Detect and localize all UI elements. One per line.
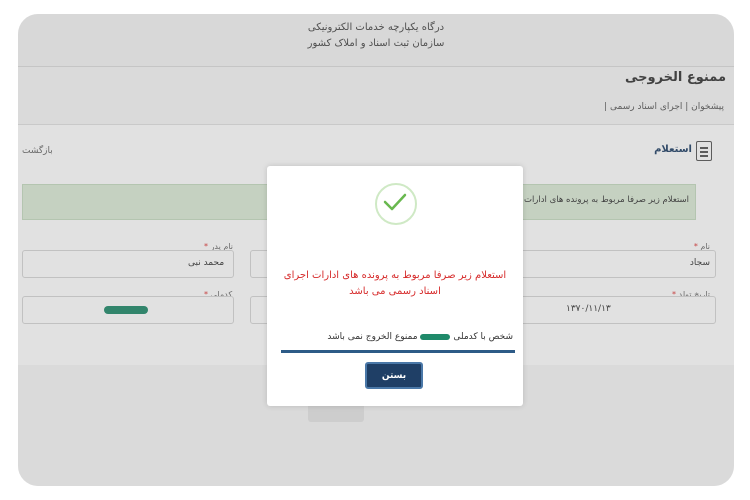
result-modal: استعلام زیر صرفا مربوط به پرونده های ادا… xyxy=(267,166,523,406)
close-button[interactable]: بستن xyxy=(365,362,423,389)
check-circle-icon xyxy=(375,183,417,225)
modal-message: استعلام زیر صرفا مربوط به پرونده های ادا… xyxy=(283,270,507,297)
result-suffix: ممنوع الخروج نمی باشد xyxy=(327,332,418,342)
progress-bar xyxy=(281,350,515,353)
redacted-national-id xyxy=(420,333,451,340)
result-prefix: شخص با کدملی xyxy=(453,332,513,342)
checkmark-icon xyxy=(383,193,407,211)
modal-result: شخص با کدملی ممنوع الخروج نمی باشد xyxy=(267,332,513,342)
screenshot-frame: درگاه یکپارچه خدمات الکترونیکی سازمان ثب… xyxy=(18,14,734,486)
